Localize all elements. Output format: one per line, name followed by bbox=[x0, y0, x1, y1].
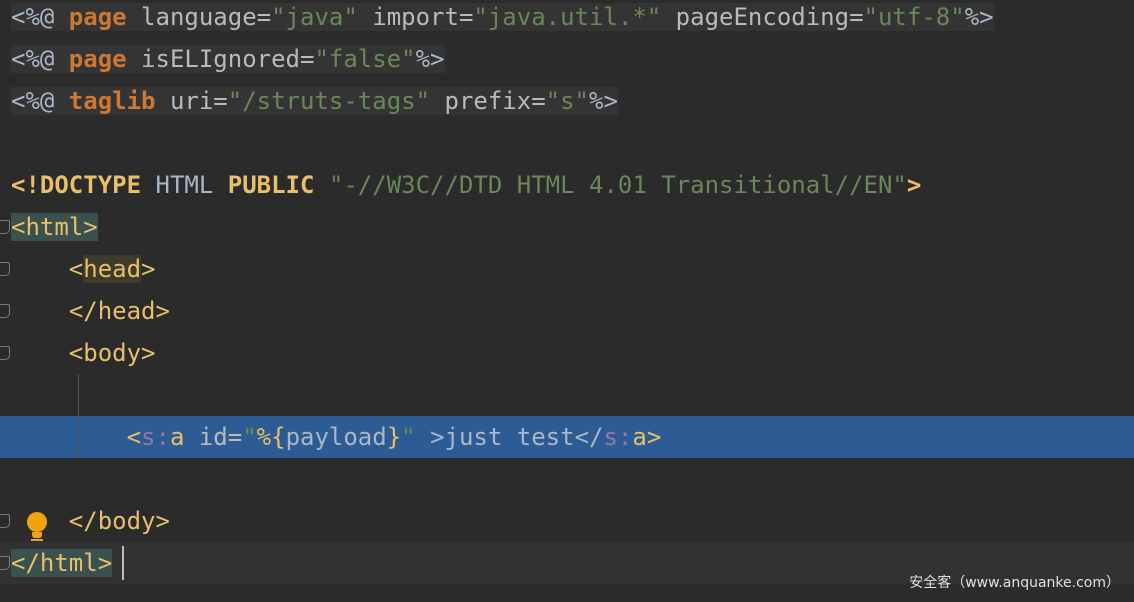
code-token: %{ bbox=[256, 423, 286, 451]
fold-marker-icon[interactable] bbox=[0, 346, 10, 360]
code-token: id= bbox=[184, 423, 243, 451]
code-token: <html> bbox=[11, 213, 98, 241]
code-token: </head> bbox=[11, 297, 170, 325]
code-token: <%@ bbox=[11, 45, 69, 73]
code-token: %> bbox=[589, 87, 618, 115]
code-token: </html> bbox=[11, 549, 113, 577]
code-token: page bbox=[68, 45, 127, 73]
code-token: " bbox=[242, 423, 257, 451]
code-line-9[interactable]: <body> bbox=[0, 332, 1134, 374]
code-token: < bbox=[11, 255, 84, 283]
fold-marker-icon[interactable] bbox=[0, 304, 10, 318]
code-token: " bbox=[401, 423, 416, 451]
code-token: > bbox=[906, 171, 922, 199]
code-token: "false" bbox=[314, 45, 416, 73]
watermark: 安全客（www.anquanke.com） bbox=[909, 575, 1120, 591]
code-token: a bbox=[632, 423, 647, 451]
fold-marker-icon[interactable] bbox=[0, 556, 10, 570]
code-token: s: bbox=[141, 423, 170, 451]
text-caret bbox=[122, 546, 124, 580]
fold-marker-icon[interactable] bbox=[0, 262, 10, 276]
code-line-8[interactable]: </head> bbox=[0, 290, 1134, 332]
code-token: "/struts-tags" bbox=[227, 87, 431, 115]
indent-guide bbox=[78, 374, 79, 458]
fold-marker-icon[interactable] bbox=[0, 220, 10, 234]
code-line-13[interactable]: </body> bbox=[0, 500, 1134, 542]
code-token: a bbox=[169, 423, 185, 451]
code-token: pageEncoding= bbox=[661, 3, 864, 31]
code-line-5[interactable]: <!DOCTYPE HTML PUBLIC "-//W3C//DTD HTML … bbox=[0, 164, 1134, 206]
code-line-1[interactable]: <%@ page language="java" import="java.ut… bbox=[0, 0, 1134, 38]
fold-marker-icon[interactable] bbox=[0, 514, 10, 528]
code-line-10[interactable] bbox=[0, 374, 1134, 416]
code-token: language= bbox=[126, 3, 272, 31]
code-token: "-//W3C//DTD HTML 4.01 Transitional//EN" bbox=[328, 171, 907, 199]
code-token: head bbox=[83, 255, 142, 283]
code-token: taglib bbox=[68, 87, 156, 115]
code-token: >just test</ bbox=[415, 423, 604, 451]
code-token: < bbox=[11, 423, 142, 451]
code-line-7[interactable]: <head> bbox=[0, 248, 1134, 290]
code-line-6[interactable]: <html> bbox=[0, 206, 1134, 248]
code-token: isELIgnored= bbox=[126, 45, 315, 73]
code-line-11-selected[interactable]: <s:a id="%{payload}" >just test</s:a> bbox=[0, 416, 1134, 458]
code-line-3[interactable]: <%@ taglib uri="/struts-tags" prefix="s"… bbox=[0, 80, 1134, 122]
code-token: "java.util.*" bbox=[473, 3, 662, 31]
code-token: <!DOCTYPE bbox=[11, 171, 156, 199]
code-token: import= bbox=[357, 3, 474, 31]
code-token: page bbox=[68, 3, 127, 31]
code-token: <%@ bbox=[11, 3, 69, 31]
code-token: %> bbox=[964, 3, 994, 31]
code-token: "s" bbox=[545, 87, 589, 115]
code-line-4[interactable] bbox=[0, 122, 1134, 164]
code-line-2[interactable]: <%@ page isELIgnored="false"%> bbox=[0, 38, 1134, 80]
code-token: %> bbox=[415, 45, 445, 73]
code-token: "java" bbox=[271, 3, 358, 31]
code-line-12[interactable] bbox=[0, 458, 1134, 500]
code-token: HTML bbox=[155, 171, 228, 199]
code-token: uri= bbox=[155, 87, 228, 115]
code-token: } bbox=[386, 423, 402, 451]
code-token: > bbox=[646, 423, 662, 451]
code-token: s: bbox=[603, 423, 633, 451]
code-token: PUBLIC bbox=[227, 171, 329, 199]
code-token: <%@ bbox=[11, 87, 69, 115]
code-token: payload bbox=[285, 423, 387, 451]
code-token: <body> bbox=[11, 339, 156, 367]
code-token: > bbox=[141, 255, 156, 283]
code-token: prefix= bbox=[430, 87, 546, 115]
lightbulb-icon[interactable] bbox=[25, 510, 49, 542]
code-token: "utf-8" bbox=[863, 3, 965, 31]
code-editor[interactable]: <%@ page language="java" import="java.ut… bbox=[0, 0, 1134, 602]
